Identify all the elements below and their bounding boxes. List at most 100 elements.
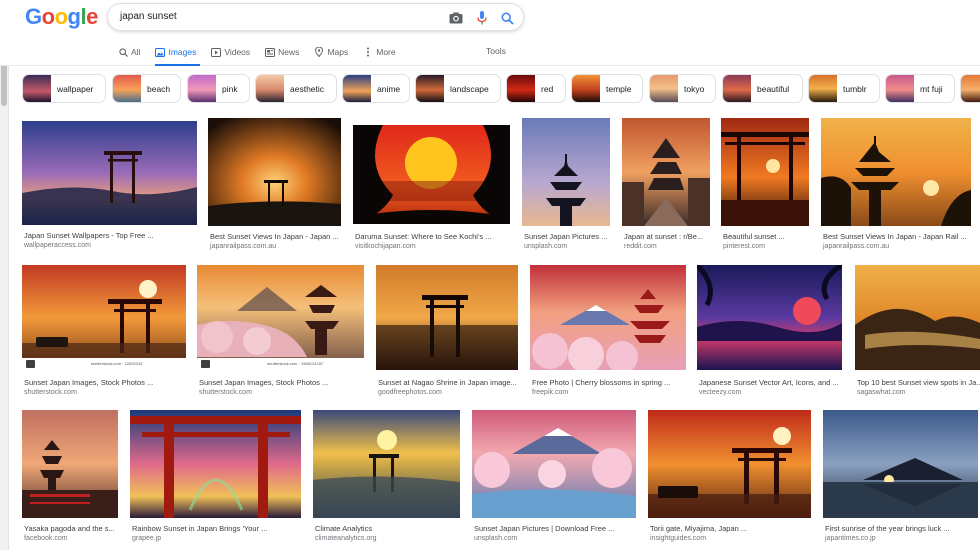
google-logo[interactable]: Google [25, 4, 98, 30]
result-title[interactable]: Best Sunset Views In Japan - Japan Rail … [823, 232, 971, 241]
image-result[interactable]: Japanese Sunset Vector Art, Icons, and .… [697, 265, 842, 398]
image-result[interactable]: Rainbow Sunset in Japan Brings 'Your ...… [130, 410, 301, 550]
result-title[interactable]: Rainbow Sunset in Japan Brings 'Your ... [132, 524, 301, 533]
result-source[interactable]: freepik.com [532, 389, 568, 396]
result-source[interactable]: sagaswhat.com [857, 389, 906, 396]
chip-tokyo[interactable]: tokyo [649, 74, 716, 103]
tab-images[interactable]: Images [155, 42, 201, 66]
result-thumbnail[interactable] [823, 410, 978, 518]
result-title[interactable]: Japan Sunset Wallpapers - Top Free ... [24, 231, 197, 240]
image-result[interactable]: Free Photo | Cherry blossoms in spring .… [530, 265, 686, 398]
result-thumbnail[interactable] [530, 265, 686, 370]
result-title[interactable]: Best Sunset Views In Japan - Japan ... [210, 232, 341, 241]
result-thumbnail[interactable] [197, 265, 364, 370]
result-thumbnail[interactable] [353, 125, 510, 224]
result-source[interactable]: japanrailpass.com.au [823, 243, 889, 250]
result-thumbnail[interactable] [697, 265, 842, 370]
microphone-icon[interactable] [474, 10, 490, 26]
image-result[interactable]: Yasaka pagoda and the s... facebook.com [22, 410, 118, 550]
result-title[interactable]: Free Photo | Cherry blossoms in spring .… [532, 378, 686, 387]
left-scrollbar[interactable] [0, 0, 9, 550]
chip-more[interactable] [960, 74, 980, 103]
tab-maps[interactable]: Maps [314, 42, 348, 62]
chip-red[interactable]: red [506, 74, 566, 103]
result-title[interactable]: Daruma Sunset: Where to See Kochi's ... [355, 232, 510, 241]
result-title[interactable]: Torii gate, Miyajima, Japan ... [650, 524, 811, 533]
tab-videos[interactable]: Videos [211, 42, 250, 62]
tools-button[interactable]: Tools [486, 46, 506, 56]
result-source[interactable]: visitkochijapan.com [355, 243, 416, 250]
result-title[interactable]: Yasaka pagoda and the s... [24, 524, 118, 533]
search-box[interactable]: japan sunset [107, 3, 524, 31]
result-source[interactable]: japanrailpass.com.au [210, 243, 276, 250]
result-source[interactable]: insightguides.com [650, 535, 706, 542]
result-source[interactable]: unsplash.com [474, 535, 517, 542]
result-title[interactable]: Beautiful sunset ... [723, 232, 809, 241]
tab-news[interactable]: News [265, 42, 299, 62]
result-source[interactable]: shutterstock.com [24, 389, 77, 396]
result-thumbnail[interactable] [648, 410, 811, 518]
result-thumbnail[interactable] [22, 410, 118, 518]
result-thumbnail[interactable] [472, 410, 636, 518]
chip-wallpaper[interactable]: wallpaper [22, 74, 106, 103]
image-result[interactable]: shutterstock.com · 22620319 Sunset Japan… [22, 265, 186, 398]
image-result[interactable]: Top 10 best Sunset view spots in Ja... s… [855, 265, 980, 398]
image-result[interactable]: Sunset Japan Pictures ... unsplash.com [522, 118, 610, 251]
result-title[interactable]: Climate Analytics [315, 524, 460, 533]
result-source[interactable]: wallpaperaccess.com [24, 242, 91, 249]
chip-tumblr[interactable]: tumblr [808, 74, 880, 103]
result-thumbnail[interactable] [622, 118, 710, 226]
result-thumbnail[interactable] [22, 121, 197, 225]
image-result[interactable]: Climate Analytics climateanalytics.org [313, 410, 460, 550]
tab-more[interactable]: More [363, 42, 396, 62]
image-result[interactable]: First sunrise of the year brings luck ..… [823, 410, 978, 550]
result-thumbnail[interactable] [208, 118, 341, 226]
chip-aesthetic[interactable]: aesthetic [255, 74, 337, 103]
chip-beach[interactable]: beach [112, 74, 181, 103]
tab-all[interactable]: All [118, 42, 140, 62]
chip-temple[interactable]: temple [571, 74, 643, 103]
result-thumbnail[interactable] [130, 410, 301, 518]
chip-beautiful[interactable]: beautiful [722, 74, 803, 103]
result-title[interactable]: Sunset Japan Pictures ... [524, 232, 610, 241]
image-result[interactable]: Daruma Sunset: Where to See Kochi's ... … [353, 125, 510, 251]
image-result[interactable]: Japan at sunset : r/Be... reddit.com [622, 118, 710, 251]
result-source[interactable]: grapee.jp [132, 535, 161, 542]
image-result[interactable]: Sunset Japan Pictures | Download Free ..… [472, 410, 636, 550]
search-input[interactable]: japan sunset [120, 11, 177, 22]
result-source[interactable]: japantimes.co.jp [825, 535, 876, 542]
chip-pink[interactable]: pink [187, 74, 250, 103]
image-result[interactable]: Beautiful sunset ... pinterest.com [721, 118, 809, 251]
result-thumbnail[interactable] [855, 265, 980, 370]
image-result[interactable]: Torii gate, Miyajima, Japan ... insightg… [648, 410, 811, 550]
camera-icon[interactable] [448, 10, 464, 26]
result-title[interactable]: Japanese Sunset Vector Art, Icons, and .… [699, 378, 842, 387]
image-result[interactable]: Best Sunset Views In Japan - Japan ... j… [208, 118, 341, 251]
result-source[interactable]: reddit.com [624, 243, 657, 250]
result-title[interactable]: Sunset Japan Images, Stock Photos ... [199, 378, 364, 387]
result-title[interactable]: Sunset Japan Images, Stock Photos ... [24, 378, 186, 387]
result-title[interactable]: Top 10 best Sunset view spots in Ja... [857, 378, 980, 387]
result-thumbnail[interactable] [22, 265, 186, 370]
image-result[interactable]: Sunset at Nagao Shrine in Japan image...… [376, 265, 518, 398]
result-thumbnail[interactable] [522, 118, 610, 226]
result-source[interactable]: shutterstock.com [199, 389, 252, 396]
result-thumbnail[interactable] [376, 265, 518, 370]
result-source[interactable]: unsplash.com [524, 243, 567, 250]
result-source[interactable]: facebook.com [24, 535, 68, 542]
result-title[interactable]: First sunrise of the year brings luck ..… [825, 524, 978, 533]
result-title[interactable]: Sunset Japan Pictures | Download Free ..… [474, 524, 636, 533]
result-source[interactable]: vecteezy.com [699, 389, 741, 396]
chip-landscape[interactable]: landscape [415, 74, 501, 103]
result-title[interactable]: Japan at sunset : r/Be... [624, 232, 710, 241]
result-source[interactable]: pinterest.com [723, 243, 765, 250]
result-source[interactable]: goodfreephotos.com [378, 389, 442, 396]
image-result[interactable]: Japan Sunset Wallpapers - Top Free ... w… [22, 121, 197, 251]
result-thumbnail[interactable] [313, 410, 460, 518]
image-result[interactable]: Best Sunset Views In Japan - Japan Rail … [821, 118, 971, 251]
result-thumbnail[interactable] [721, 118, 809, 226]
chip-anime[interactable]: anime [342, 74, 410, 103]
result-source[interactable]: climateanalytics.org [315, 535, 376, 542]
image-result[interactable]: shutterstock.com · 1966124187 Sunset Jap… [197, 265, 364, 398]
chip-mt-fuji[interactable]: mt fuji [885, 74, 955, 103]
